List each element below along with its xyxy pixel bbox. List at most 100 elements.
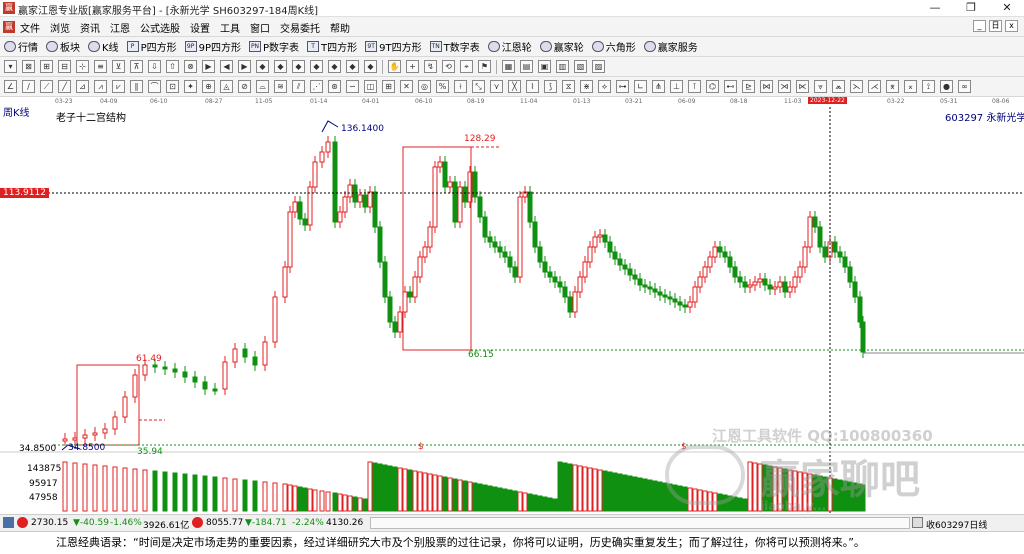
horizontal-scrollbar[interactable]	[370, 517, 910, 529]
drawing-tool-27-icon[interactable]: ⚑	[478, 60, 491, 73]
drawing-tool-33-icon[interactable]: ▧	[574, 60, 587, 73]
drawing-tool-17-icon[interactable]: ◆	[310, 60, 323, 73]
drawing-tool-7-icon[interactable]: ⊼	[130, 60, 143, 73]
drawing-tool-34-icon[interactable]: ▨	[592, 60, 605, 73]
toolbar-button-2[interactable]: K线	[88, 39, 119, 54]
drawing-tool-24-icon[interactable]: ↯	[424, 60, 437, 73]
gann-tool-17-icon[interactable]: ⋰	[310, 80, 323, 93]
drawing-tool-3-icon[interactable]: ⊟	[58, 60, 71, 73]
gann-tool-12-icon[interactable]: ◬	[220, 80, 233, 93]
toolbar-button-4[interactable]: 9P 9P四方形	[184, 39, 241, 54]
gann-tool-40-icon[interactable]: ⊷	[724, 80, 737, 93]
gann-tool-6-icon[interactable]: ⩗	[112, 80, 125, 93]
gann-tool-43-icon[interactable]: ⋊	[778, 80, 791, 93]
gann-tool-52-icon[interactable]: ●	[940, 80, 953, 93]
toolbar-button-3[interactable]: P P四方形	[126, 39, 177, 54]
close-button[interactable]: ✕	[992, 0, 1022, 17]
kline-chart[interactable]: 周K线 老子十二宫结构 603297 永新光学 113.9112 136.140…	[0, 107, 1024, 514]
gann-tool-10-icon[interactable]: ✦	[184, 80, 197, 93]
toolbar-button-1[interactable]: 板块	[46, 39, 80, 54]
gann-tool-30-icon[interactable]: ⟆	[544, 80, 557, 93]
drawing-tool-20-icon[interactable]: ◆	[364, 60, 377, 73]
gann-tool-50-icon[interactable]: ⌅	[904, 80, 917, 93]
menu-item-3[interactable]: 江恩	[110, 20, 130, 35]
gann-tool-18-icon[interactable]: ⊛	[328, 80, 341, 93]
gann-tool-5-icon[interactable]: ⩘	[94, 80, 107, 93]
menu-item-0[interactable]: 文件	[20, 20, 40, 35]
drawing-tool-26-icon[interactable]: ⌖	[460, 60, 473, 73]
gann-tool-11-icon[interactable]: ⊕	[202, 80, 215, 93]
period-switch-icon[interactable]	[912, 517, 923, 528]
gann-tool-7-icon[interactable]: ∥	[130, 80, 143, 93]
drawing-tool-23-icon[interactable]: +	[406, 60, 419, 73]
gann-tool-42-icon[interactable]: ⋈	[760, 80, 773, 93]
menu-item-9[interactable]: 帮助	[330, 20, 350, 35]
drawing-tool-6-icon[interactable]: ⊻	[112, 60, 125, 73]
gann-tool-48-icon[interactable]: ⋌	[868, 80, 881, 93]
gann-tool-27-icon[interactable]: ⋎	[490, 80, 503, 93]
gann-tool-38-icon[interactable]: ⊺	[688, 80, 701, 93]
drawing-tool-11-icon[interactable]: ▶	[202, 60, 215, 73]
minimize-button[interactable]: —	[920, 0, 950, 17]
maximize-button[interactable]: ❐	[956, 0, 986, 17]
gann-tool-49-icon[interactable]: ⌆	[886, 80, 899, 93]
gann-tool-15-icon[interactable]: ≋	[274, 80, 287, 93]
drawing-tool-13-icon[interactable]: ▶	[238, 60, 251, 73]
gann-tool-0-icon[interactable]: ∠	[4, 80, 17, 93]
gann-tool-20-icon[interactable]: ◫	[364, 80, 377, 93]
gann-tool-24-icon[interactable]: %	[436, 80, 449, 93]
drawing-tool-5-icon[interactable]: ≡	[94, 60, 107, 73]
drawing-tool-2-icon[interactable]: ⊞	[40, 60, 53, 73]
menu-item-1[interactable]: 浏览	[50, 20, 70, 35]
drawing-tool-30-icon[interactable]: ▤	[520, 60, 533, 73]
gann-tool-51-icon[interactable]: ⟟	[922, 80, 935, 93]
gann-tool-21-icon[interactable]: ⊞	[382, 80, 395, 93]
toolbar-button-0[interactable]: 行情	[4, 39, 38, 54]
gann-tool-31-icon[interactable]: ⧖	[562, 80, 575, 93]
drawing-tool-22-icon[interactable]: ✋	[388, 60, 401, 73]
drawing-tool-16-icon[interactable]: ◆	[292, 60, 305, 73]
gann-tool-36-icon[interactable]: ⋔	[652, 80, 665, 93]
drawing-tool-9-icon[interactable]: ⇧	[166, 60, 179, 73]
gann-tool-2-icon[interactable]: ⟋	[40, 80, 53, 93]
toolbar-button-9[interactable]: 江恩轮	[487, 39, 532, 54]
gann-tool-45-icon[interactable]: ⩔	[814, 80, 827, 93]
gann-tool-25-icon[interactable]: ⟊	[454, 80, 467, 93]
gann-tool-46-icon[interactable]: ⩕	[832, 80, 845, 93]
drawing-tool-14-icon[interactable]: ◆	[256, 60, 269, 73]
drawing-tool-25-icon[interactable]: ⟲	[442, 60, 455, 73]
drawing-tool-15-icon[interactable]: ◆	[274, 60, 287, 73]
toolbar-button-6[interactable]: T T四方形	[307, 39, 357, 54]
gann-tool-53-icon[interactable]: ∞	[958, 80, 971, 93]
toolbar-button-12[interactable]: 赢家服务	[643, 39, 698, 54]
drawing-tool-12-icon[interactable]: ◀	[220, 60, 233, 73]
gann-tool-29-icon[interactable]: ⌇	[526, 80, 539, 93]
gann-tool-35-icon[interactable]: ∟	[634, 80, 647, 93]
toolbar-button-8[interactable]: TN T数字表	[429, 39, 480, 54]
gann-tool-41-icon[interactable]: ⊵	[742, 80, 755, 93]
gann-tool-34-icon[interactable]: ⊶	[616, 80, 629, 93]
drawing-tool-29-icon[interactable]: ▦	[502, 60, 515, 73]
drawing-tool-10-icon[interactable]: ⊗	[184, 60, 197, 73]
drawing-tool-31-icon[interactable]: ▣	[538, 60, 551, 73]
menu-item-8[interactable]: 交易委托	[280, 20, 320, 35]
gann-tool-28-icon[interactable]: ╳	[508, 80, 521, 93]
gann-tool-16-icon[interactable]: ⫽	[292, 80, 305, 93]
menu-item-2[interactable]: 资讯	[80, 20, 100, 35]
drawing-tool-19-icon[interactable]: ◆	[346, 60, 359, 73]
toolbar-button-10[interactable]: 赢家轮	[539, 39, 584, 54]
toolbar-button-11[interactable]: 六角形	[591, 39, 636, 54]
gann-tool-4-icon[interactable]: ⊿	[76, 80, 89, 93]
gann-tool-37-icon[interactable]: ⊥	[670, 80, 683, 93]
drawing-tool-8-icon[interactable]: ⇩	[148, 60, 161, 73]
gann-tool-8-icon[interactable]: ⌒	[148, 80, 161, 93]
drawing-tool-4-icon[interactable]: ⊹	[76, 60, 89, 73]
toolbar-button-7[interactable]: 9T 9T四方形	[365, 39, 422, 54]
drawing-tool-18-icon[interactable]: ◆	[328, 60, 341, 73]
menu-item-6[interactable]: 工具	[220, 20, 240, 35]
gann-tool-13-icon[interactable]: ⊘	[238, 80, 251, 93]
child-window-control-2[interactable]: x	[1005, 20, 1018, 32]
gann-tool-22-icon[interactable]: ✕	[400, 80, 413, 93]
menu-item-5[interactable]: 设置	[190, 20, 210, 35]
menu-item-7[interactable]: 窗口	[250, 20, 270, 35]
